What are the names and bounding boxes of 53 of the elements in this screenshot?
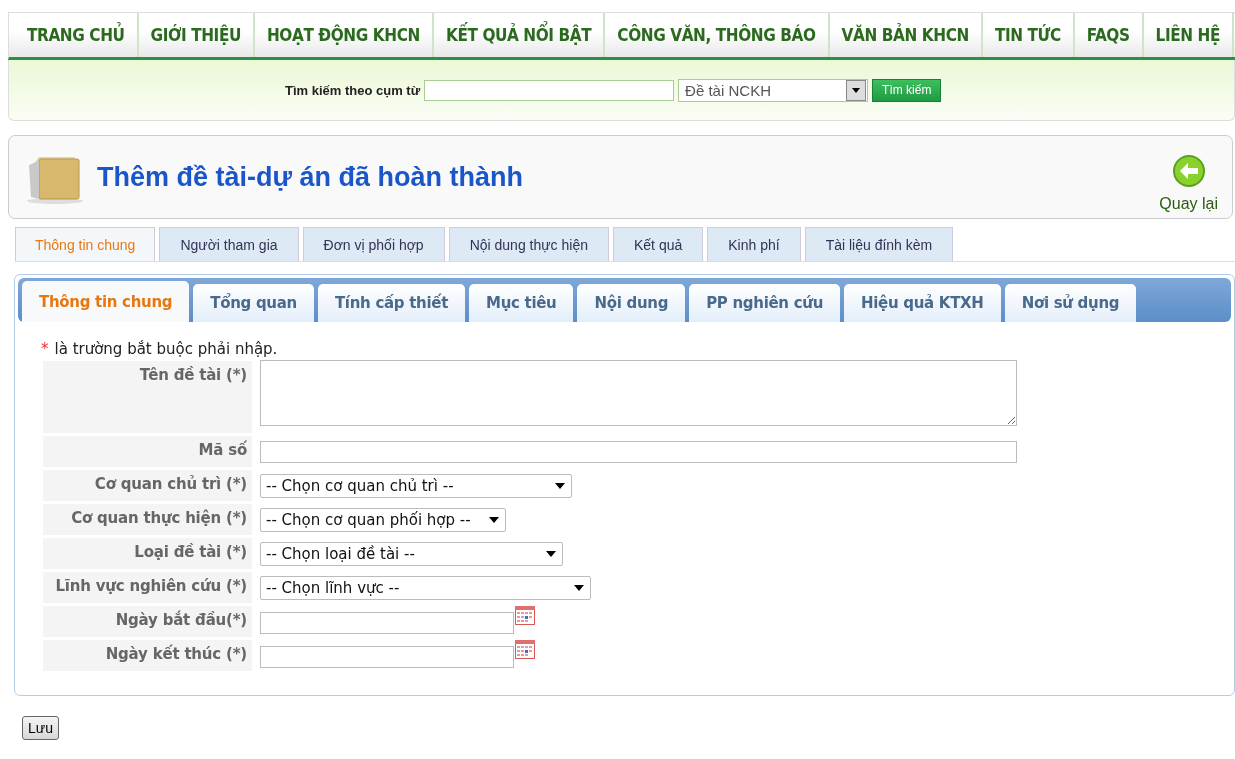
tab[interactable]: Tài liệu đính kèm [804, 227, 954, 261]
field-label: Mã số [43, 436, 252, 467]
back-button[interactable]: Quay lại [1159, 155, 1218, 213]
save-button[interactable]: Lưu [22, 716, 59, 740]
nav-link[interactable]: CÔNG VĂN, THÔNG BÁO [605, 13, 830, 57]
field-label: Cơ quan thực hiện (*) [43, 504, 252, 535]
tab[interactable]: Kinh phí [707, 227, 801, 261]
nav-link[interactable]: TIN TỨC [982, 13, 1075, 57]
field-label: Loại đề tài (*) [43, 538, 252, 569]
date-field[interactable] [260, 612, 514, 634]
tab[interactable]: Hiệu quả KTXH [844, 284, 1001, 322]
caret-icon [852, 87, 861, 93]
search-field[interactable] [424, 79, 675, 101]
caret-icon [574, 584, 584, 591]
input-field[interactable] [260, 440, 1017, 463]
search-label: Tìm kiếm theo cụm từ [285, 82, 421, 98]
category-select[interactable]: Đề tài NCKH [678, 78, 869, 102]
field-label: Ngày bắt đầu(*) [43, 606, 252, 637]
tab[interactable]: Nội dung [577, 284, 686, 322]
caret-icon [555, 482, 565, 489]
tab[interactable]: Kết quả [613, 227, 704, 261]
required-note: là trường bắt buộc phải nhập. [54, 340, 278, 358]
field-label: Tên đề tài (*) [43, 361, 252, 433]
nav-link[interactable]: VĂN BẢN KHCN [829, 13, 983, 57]
field-label: Ngày kết thúc (*) [43, 640, 252, 671]
select-field[interactable]: -- Chọn cơ quan phối hợp -- [260, 507, 506, 532]
nav-link[interactable]: FAQS [1074, 13, 1144, 57]
tab[interactable]: Tổng quan [193, 284, 314, 322]
tab[interactable]: Đơn vị phối hợp [302, 227, 445, 261]
page-title: Thêm đề tài-dự án đã hoàn thành [97, 161, 525, 193]
input-field[interactable] [260, 360, 1017, 426]
select-field[interactable]: -- Chọn cơ quan chủ trì -- [260, 473, 572, 498]
tab[interactable]: Tính cấp thiết [317, 284, 465, 322]
nav-link[interactable]: KẾT QUẢ NỔI BẬT [433, 13, 606, 57]
field-label: Cơ quan chủ trì (*) [43, 470, 252, 501]
field-label: Lĩnh vực nghiên cứu (*) [43, 572, 252, 603]
nav-link[interactable]: HOẠT ĐỘNG KHCN [254, 13, 434, 57]
select-field[interactable]: -- Chọn loại đề tài -- [260, 541, 563, 566]
tab[interactable]: Nội dung thực hiện [448, 227, 609, 261]
calendar-icon[interactable] [515, 640, 535, 659]
caret-icon [489, 516, 499, 523]
calendar-icon[interactable] [515, 606, 535, 625]
date-field[interactable] [260, 646, 514, 668]
nav-link[interactable]: GIỚI THIỆU [138, 13, 255, 57]
tab[interactable]: Mục tiêu [469, 284, 574, 322]
nav-link[interactable]: TRANG CHỦ [15, 13, 139, 57]
required-mark: * [41, 340, 49, 358]
tab[interactable]: PP nghiên cứu [689, 284, 840, 322]
nav-link[interactable]: LIÊN HỆ [1143, 13, 1234, 57]
select-field[interactable]: -- Chọn lĩnh vực -- [260, 575, 591, 600]
caret-icon [546, 550, 556, 557]
tab[interactable]: Nơi sử dụng [1004, 284, 1137, 322]
tab[interactable]: Người tham gia [159, 227, 299, 261]
